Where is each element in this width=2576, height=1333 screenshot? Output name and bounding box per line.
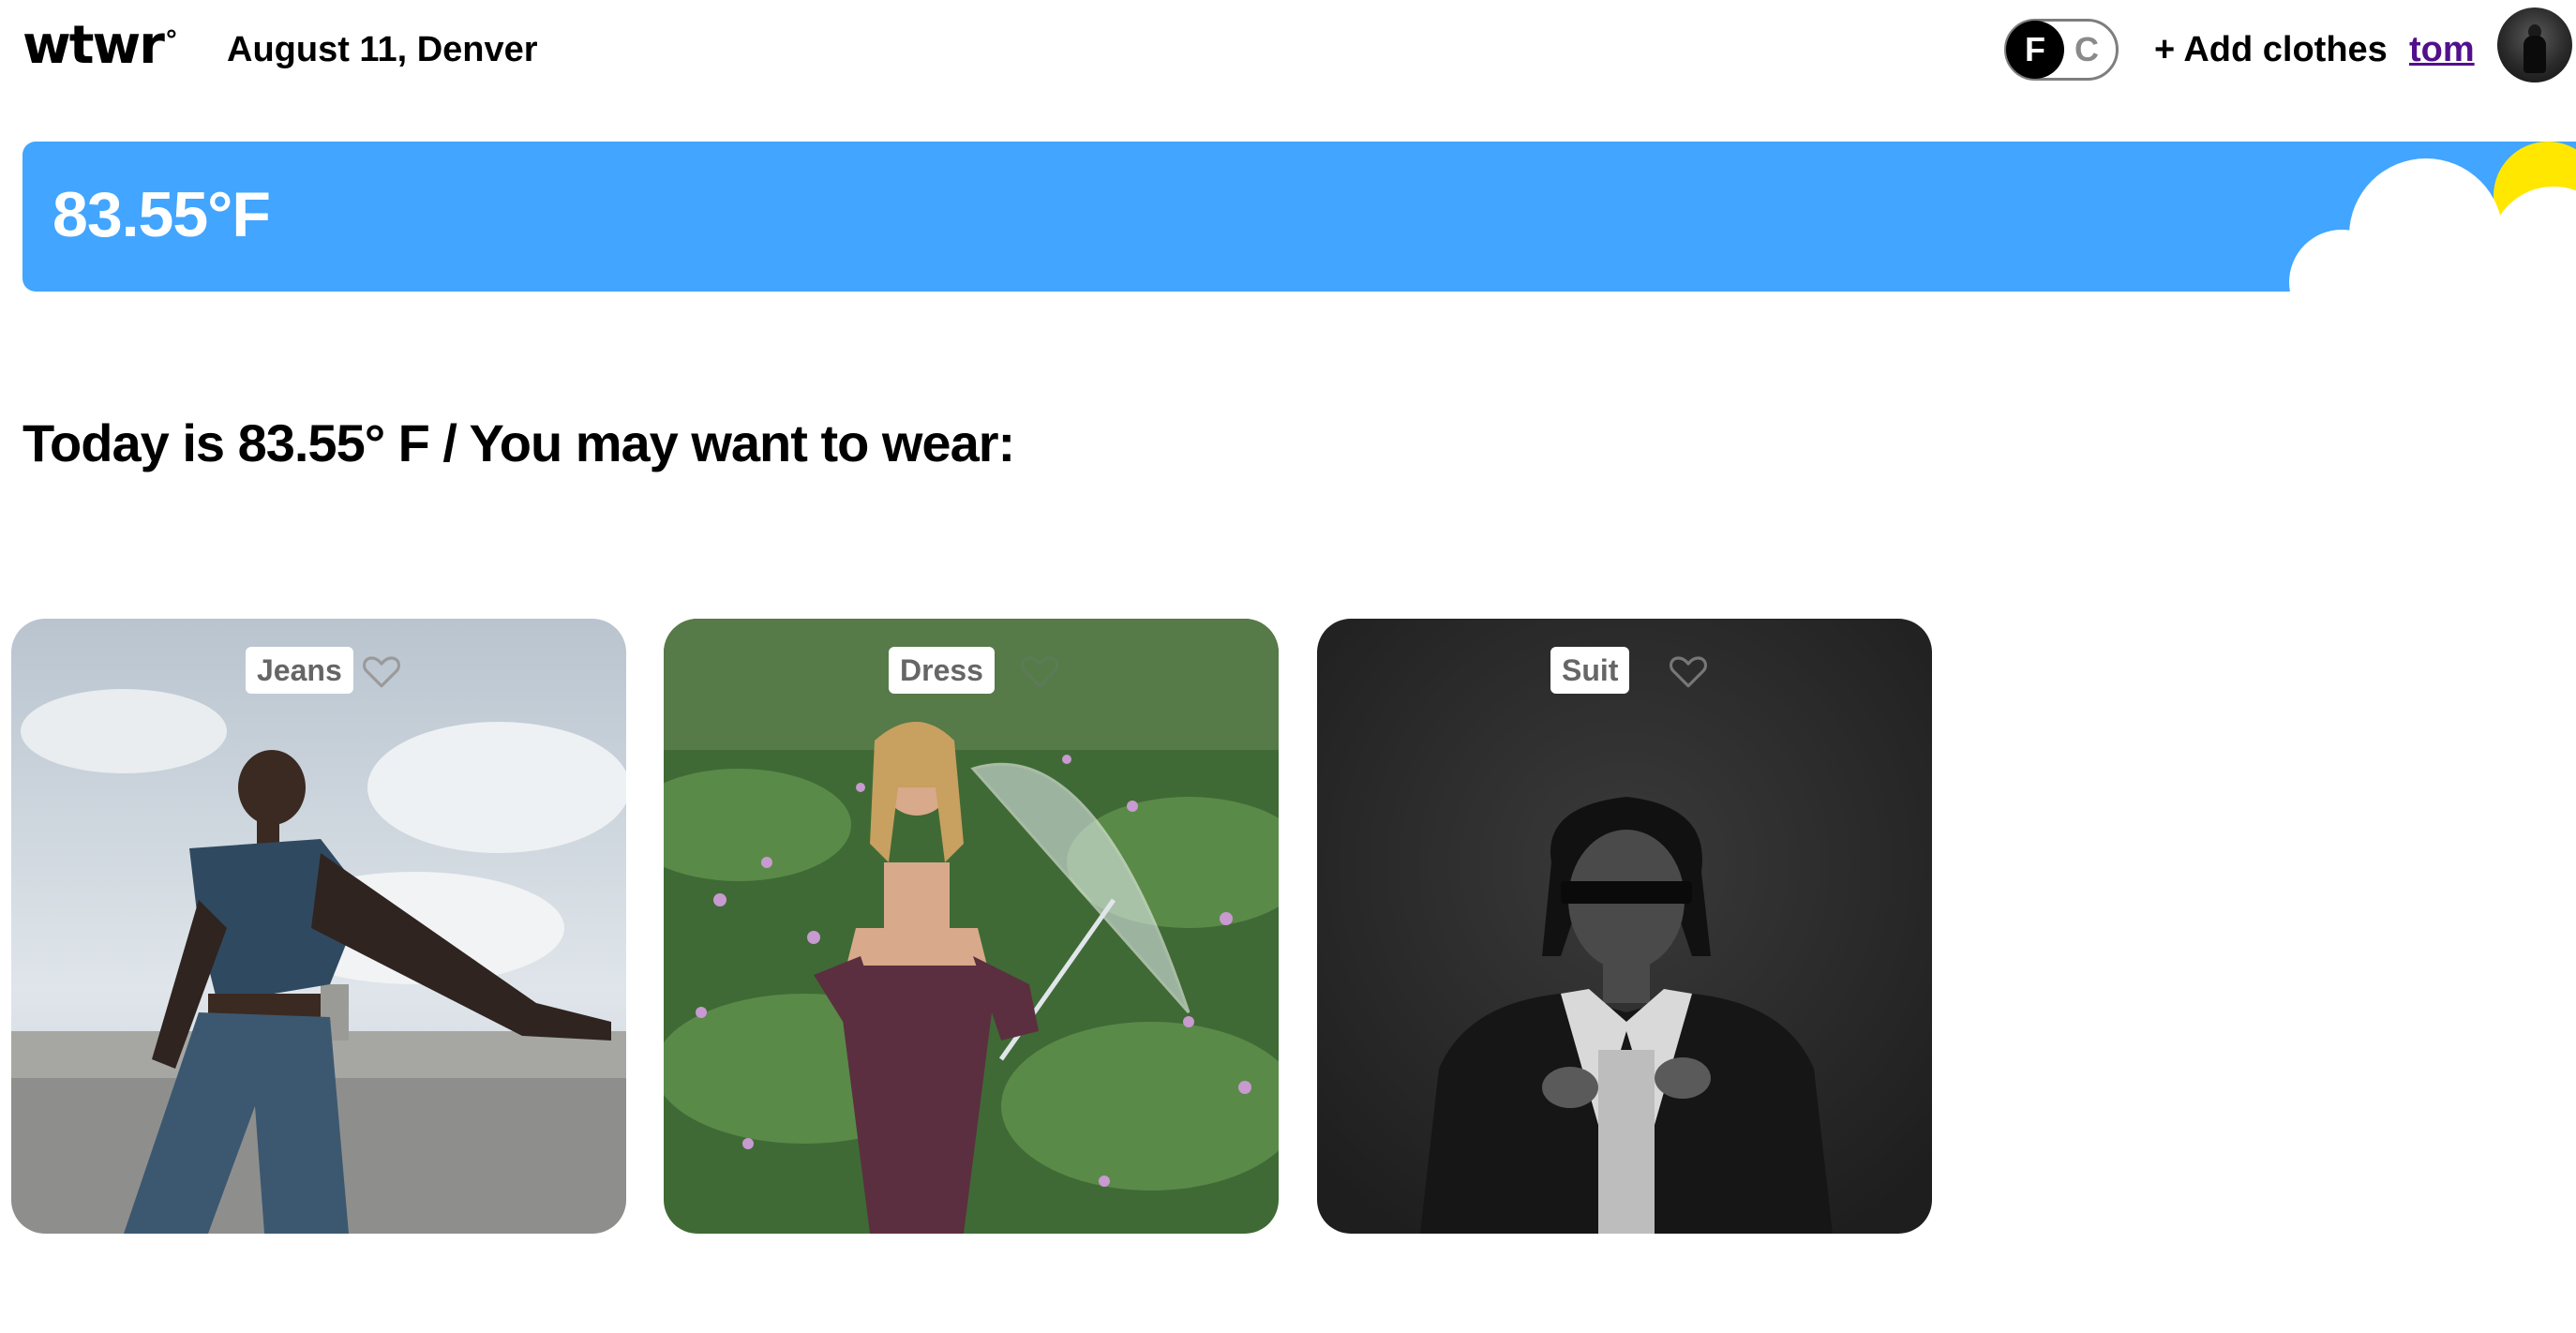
logo-degree: ° (164, 24, 178, 55)
clothing-name-tag: Jeans (246, 647, 353, 694)
weather-card: 83.55°F (22, 142, 2576, 292)
date-location: August 11, Denver (227, 30, 538, 69)
clothing-name-tag: Dress (889, 647, 995, 694)
clothing-image-suit[interactable] (1317, 619, 1932, 1234)
weather-scene (2289, 142, 2576, 292)
avatar[interactable] (2497, 7, 2572, 82)
temperature-unit-toggle[interactable]: F C (2004, 19, 2119, 81)
weather-temperature: 83.55°F (52, 179, 271, 250)
clothing-card-dress[interactable]: Dress (664, 619, 1279, 1234)
forecast-heading: Today is 83.55° F / You may want to wear… (22, 413, 1015, 472)
logo-text: wtwr (22, 15, 165, 76)
clothing-cards-list: Jeans Dress Suit (0, 619, 2576, 1237)
clothing-image-jeans[interactable] (11, 619, 626, 1234)
add-clothes-button[interactable]: + Add clothes (2154, 26, 2388, 73)
clothing-card-jeans[interactable]: Jeans (11, 619, 626, 1234)
app-logo[interactable]: wtwr° (22, 13, 178, 79)
heart-outline-icon[interactable] (1020, 652, 1059, 690)
clothing-image-dress[interactable] (664, 619, 1279, 1234)
heart-outline-icon[interactable] (1669, 652, 1708, 690)
clothing-card-suit[interactable]: Suit (1317, 619, 1932, 1234)
app-header: wtwr° August 11, Denver F C + Add clothe… (0, 0, 2576, 103)
profile-username-link[interactable]: tom (2409, 26, 2475, 73)
unit-option-f[interactable]: F (2008, 22, 2062, 78)
heart-outline-icon[interactable] (362, 652, 401, 690)
clothing-name-tag: Suit (1550, 647, 1630, 694)
unit-option-c[interactable]: C (2059, 22, 2114, 78)
